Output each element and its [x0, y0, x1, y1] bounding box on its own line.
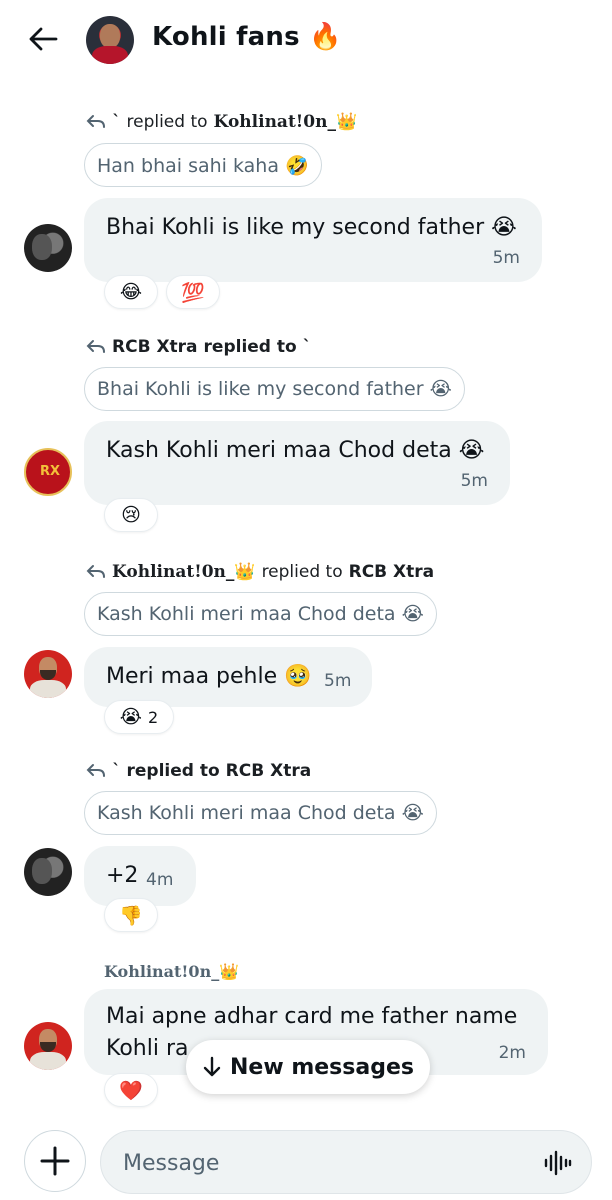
- reply-verb: replied to: [126, 761, 220, 781]
- waveform-icon[interactable]: [543, 1149, 573, 1177]
- arrow-left-icon: [29, 27, 58, 51]
- reaction[interactable]: 😂: [104, 275, 158, 309]
- reply-target: RCB Xtra: [348, 562, 435, 582]
- reply-icon: [86, 340, 105, 353]
- quoted-message[interactable]: Han bhai sahi kaha 🤣: [84, 143, 322, 187]
- reaction[interactable]: 😭 2: [104, 700, 174, 734]
- message-text: Meri maa pehle 🥹: [106, 664, 312, 689]
- reaction[interactable]: ❤️: [104, 1073, 158, 1107]
- avatar[interactable]: RX: [24, 448, 72, 496]
- sender-name: Kohlinat!0n_👑: [104, 962, 240, 981]
- reply-target: Kohlinat!0n_👑: [213, 112, 358, 132]
- message-bubble[interactable]: Bhai Kohli is like my second father 😭 5m: [84, 198, 542, 282]
- reaction-emoji: 👎: [119, 904, 143, 927]
- reply-verb: replied to: [126, 112, 208, 132]
- quoted-text: Han bhai sahi kaha 🤣: [97, 154, 309, 177]
- reaction[interactable]: 👎: [104, 898, 158, 932]
- reply-context: RCB Xtra replied to `: [86, 337, 311, 357]
- reply-icon: [86, 565, 105, 578]
- reaction[interactable]: 😢: [104, 498, 158, 532]
- new-messages-label: New messages: [230, 1054, 414, 1080]
- quoted-text: Kash Kohli meri maa Chod deta 😭: [97, 802, 424, 824]
- quoted-message[interactable]: Bhai Kohli is like my second father 😭: [84, 367, 465, 411]
- chat-header: Kohli fans 🔥: [0, 0, 612, 82]
- avatar[interactable]: [24, 224, 72, 272]
- message-text: +2: [106, 863, 139, 888]
- new-messages-button[interactable]: New messages: [186, 1040, 430, 1094]
- reply-target: `: [302, 337, 312, 357]
- reaction-emoji: 💯: [181, 281, 205, 304]
- message-text-line-1: Mai apne adhar card me father name: [106, 1004, 518, 1029]
- quoted-text: Kash Kohli meri maa Chod deta 😭: [97, 603, 424, 625]
- message-bubble[interactable]: +2 4m: [84, 846, 196, 906]
- add-attachment-button[interactable]: [24, 1130, 86, 1192]
- message-field[interactable]: [100, 1130, 592, 1194]
- avatar[interactable]: [24, 1022, 72, 1070]
- message-time: 5m: [492, 248, 520, 268]
- quoted-message[interactable]: Kash Kohli meri maa Chod deta 😭: [84, 791, 437, 835]
- group-avatar[interactable]: [86, 16, 134, 64]
- reply-context: Kohlinat!0n_👑 replied to RCB Xtra: [86, 562, 434, 582]
- reply-target: RCB Xtra: [225, 761, 312, 781]
- arrow-down-icon: [203, 1056, 221, 1077]
- message-text: Kash Kohli meri maa Chod deta 😭: [106, 438, 485, 463]
- reply-context: ` replied to Kohlinat!0n_👑: [86, 112, 357, 132]
- reply-author: `: [112, 112, 121, 132]
- reaction-emoji: 😭: [119, 706, 142, 728]
- reply-author: Kohlinat!0n_👑: [112, 562, 256, 582]
- reply-author: `: [112, 761, 121, 781]
- reaction[interactable]: 💯: [166, 275, 220, 309]
- reply-verb: replied to: [261, 562, 343, 582]
- message-text: Bhai Kohli is like my second father 😭: [106, 215, 517, 240]
- avatar[interactable]: [24, 848, 72, 896]
- quoted-message[interactable]: Kash Kohli meri maa Chod deta 😭: [84, 592, 437, 636]
- message-input[interactable]: [123, 1145, 523, 1181]
- reaction-count: 2: [148, 707, 159, 727]
- reply-verb: replied to: [203, 337, 297, 357]
- message-text-line-2: Kohli ra: [106, 1036, 189, 1061]
- reaction-emoji: ❤️: [119, 1079, 143, 1102]
- page-title[interactable]: Kohli fans 🔥: [152, 22, 342, 52]
- reaction-emoji: 😂: [119, 281, 143, 303]
- reaction-emoji: 😢: [121, 504, 141, 526]
- message-bubble[interactable]: Kash Kohli meri maa Chod deta 😭 5m: [84, 421, 510, 505]
- message-composer: [0, 1118, 612, 1200]
- back-button[interactable]: [26, 22, 60, 56]
- reply-icon: [86, 764, 105, 777]
- plus-icon: [40, 1146, 70, 1176]
- reply-icon: [86, 115, 105, 128]
- message-time: 5m: [460, 471, 488, 491]
- message-time: 2m: [498, 1043, 526, 1063]
- message-time: 5m: [324, 671, 352, 691]
- message-time: 4m: [146, 870, 174, 890]
- reply-context: ` replied to RCB Xtra: [86, 761, 311, 781]
- avatar[interactable]: [24, 650, 72, 698]
- quoted-text: Bhai Kohli is like my second father 😭: [97, 378, 452, 400]
- reply-author: RCB Xtra: [112, 337, 198, 357]
- message-bubble[interactable]: Meri maa pehle 🥹 5m: [84, 647, 372, 707]
